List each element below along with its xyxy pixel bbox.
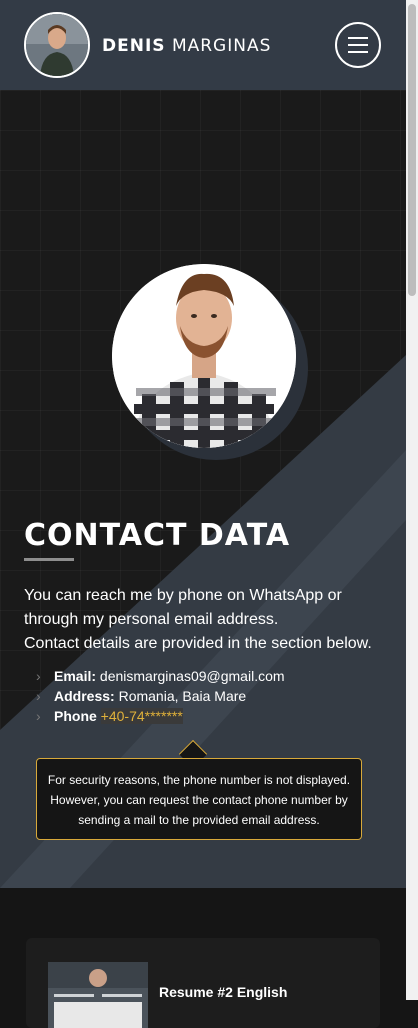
- phone-value[interactable]: +40-74*******: [100, 708, 183, 724]
- page-title: CONTACT DATA: [24, 518, 291, 553]
- contact-address: › Address: Romania, Baia Mare: [36, 686, 285, 706]
- resume-card[interactable]: Resume #2 English: [26, 938, 380, 1028]
- site-brand[interactable]: DENIS MARGINAS: [102, 36, 271, 56]
- avatar[interactable]: [24, 12, 90, 78]
- email-value[interactable]: denismarginas09@gmail.com: [100, 668, 285, 684]
- scrollbar[interactable]: [406, 0, 418, 1000]
- profile-photo: [112, 264, 308, 460]
- brand-first-name: DENIS: [102, 36, 166, 56]
- address-label: Address:: [54, 688, 115, 704]
- security-tooltip: For security reasons, the phone number i…: [36, 758, 362, 840]
- resume-title[interactable]: Resume #2 English: [159, 984, 287, 1000]
- menu-button[interactable]: [335, 22, 381, 68]
- chevron-right-icon: ›: [36, 708, 41, 724]
- contact-hero: CONTACT DATA You can reach me by phone o…: [0, 90, 406, 888]
- scrollbar-thumb[interactable]: [408, 4, 416, 296]
- contact-intro: You can reach me by phone on WhatsApp or…: [24, 584, 384, 656]
- phone-label: Phone: [54, 708, 97, 724]
- site-header: DENIS MARGINAS: [0, 0, 406, 90]
- chevron-right-icon: ›: [36, 688, 41, 704]
- contact-email: › Email: denismarginas09@gmail.com: [36, 666, 285, 686]
- intro-line: You can reach me by phone on WhatsApp or…: [24, 587, 342, 628]
- chevron-right-icon: ›: [36, 668, 41, 684]
- resume-thumbnail[interactable]: [48, 962, 148, 1028]
- contact-list: › Email: denismarginas09@gmail.com › Add…: [36, 666, 285, 726]
- brand-last-name: MARGINAS: [171, 36, 272, 56]
- contact-phone: › Phone +40-74*******: [36, 706, 285, 726]
- intro-line: Contact details are provided in the sect…: [24, 635, 372, 652]
- address-value: Romania, Baia Mare: [118, 688, 247, 704]
- title-underline: [24, 558, 74, 561]
- email-label: Email:: [54, 668, 97, 684]
